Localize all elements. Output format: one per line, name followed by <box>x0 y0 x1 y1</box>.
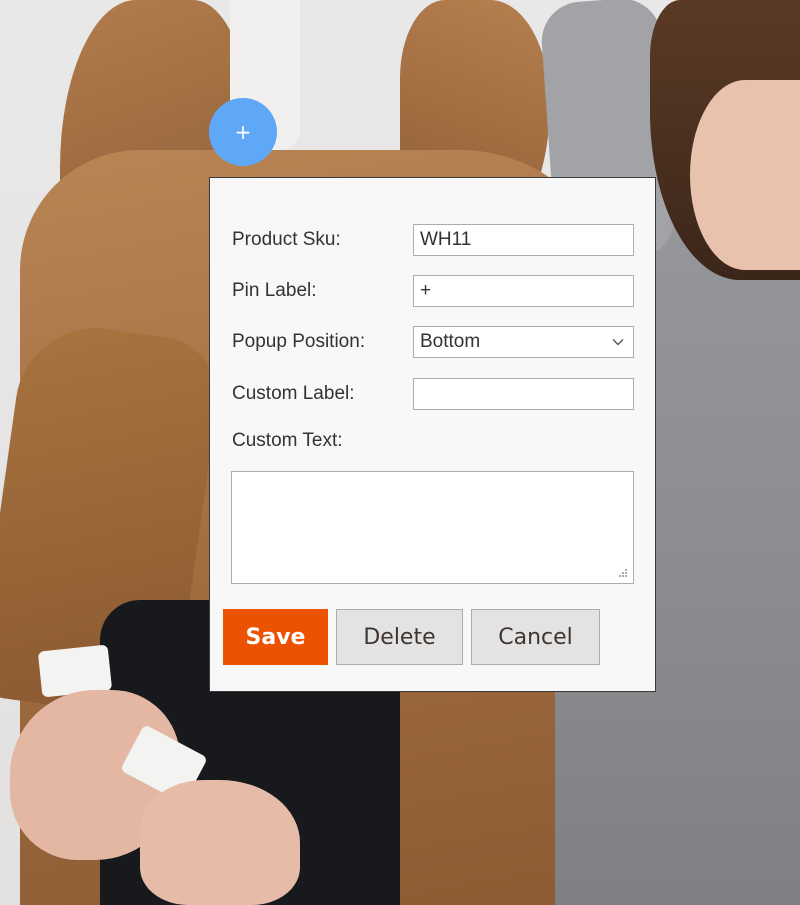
pin-label-input[interactable] <box>413 275 634 307</box>
product-sku-label: Product Sku: <box>232 229 341 250</box>
popup-position-select[interactable]: Bottom <box>413 326 634 358</box>
pin-label-label: Pin Label: <box>232 280 317 301</box>
product-sku-input[interactable] <box>413 224 634 256</box>
photo-face-second <box>690 80 800 270</box>
hotspot-pin-button[interactable]: + <box>209 98 277 166</box>
delete-button[interactable]: Delete <box>336 609 463 665</box>
pin-label: + <box>234 120 252 144</box>
save-button[interactable]: Save <box>223 609 328 665</box>
custom-text-label: Custom Text: <box>232 430 343 451</box>
popup-position-row: Popup Position: Bottom <box>232 326 634 358</box>
photo-hand-mid <box>140 780 300 905</box>
pin-label-row: Pin Label: <box>232 275 634 307</box>
custom-label-label: Custom Label: <box>232 383 355 404</box>
resize-grip-icon[interactable] <box>617 567 629 579</box>
product-sku-row: Product Sku: <box>232 224 634 256</box>
popup-position-value: Bottom <box>420 331 481 352</box>
pin-edit-popup: Product Sku: Pin Label: Popup Position: … <box>209 177 656 692</box>
custom-text-textarea[interactable] <box>231 471 634 584</box>
cancel-button[interactable]: Cancel <box>471 609 600 665</box>
chevron-down-icon <box>612 339 624 346</box>
popup-position-label: Popup Position: <box>232 331 366 352</box>
custom-label-input[interactable] <box>413 378 634 410</box>
custom-label-row: Custom Label: <box>232 378 634 410</box>
